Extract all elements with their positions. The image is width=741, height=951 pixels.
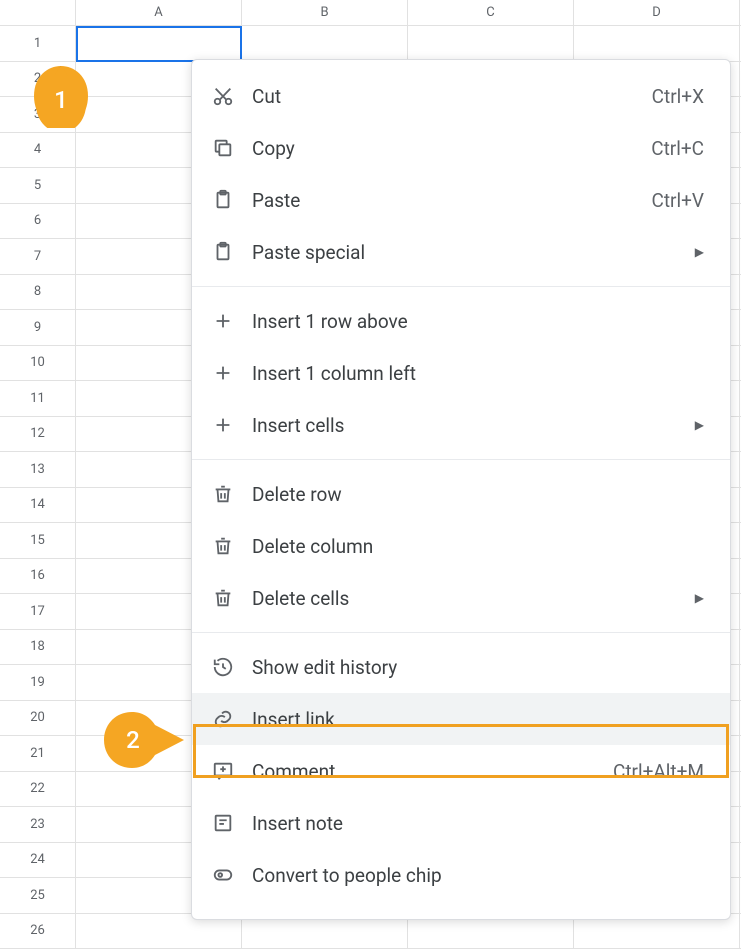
row-header[interactable]: 26 — [0, 914, 76, 949]
row-header[interactable]: 25 — [0, 878, 76, 913]
menu-label: Copy — [252, 137, 651, 160]
row-header[interactable]: 11 — [0, 381, 76, 416]
row-header[interactable]: 17 — [0, 594, 76, 629]
menu-label: Paste special — [252, 241, 685, 264]
chevron-right-icon: ▶ — [695, 245, 704, 259]
menu-label: Convert to people chip — [252, 864, 704, 887]
chevron-right-icon: ▶ — [695, 591, 704, 605]
row-header[interactable]: 20 — [0, 701, 76, 736]
menu-insert-cells[interactable]: Insert cells ▶ — [192, 399, 730, 451]
menu-label: Insert note — [252, 812, 704, 835]
menu-paste[interactable]: Paste Ctrl+V — [192, 174, 730, 226]
callout-label: 2 — [126, 726, 140, 754]
menu-insert-note[interactable]: Insert note — [192, 797, 730, 849]
menu-show-edit-history[interactable]: Show edit history — [192, 641, 730, 693]
row-header[interactable]: 1 — [0, 26, 76, 61]
divider — [192, 632, 730, 633]
menu-label: Comment — [252, 760, 613, 783]
menu-shortcut: Ctrl+V — [651, 189, 704, 212]
select-all-corner[interactable] — [0, 0, 76, 25]
cut-icon — [212, 85, 234, 107]
menu-convert-people-chip[interactable]: Convert to people chip — [192, 849, 730, 901]
menu-cut[interactable]: Cut Ctrl+X — [192, 70, 730, 122]
menu-label: Delete row — [252, 483, 704, 506]
people-chip-icon — [212, 864, 234, 886]
menu-comment[interactable]: Comment Ctrl+Alt+M — [192, 745, 730, 797]
row-header[interactable]: 6 — [0, 204, 76, 239]
paste-icon — [212, 189, 234, 211]
menu-label: Delete column — [252, 535, 704, 558]
row-header[interactable]: 15 — [0, 523, 76, 558]
row-header[interactable]: 8 — [0, 275, 76, 310]
menu-insert-column-left[interactable]: Insert 1 column left — [192, 347, 730, 399]
menu-delete-column[interactable]: Delete column — [192, 520, 730, 572]
menu-copy[interactable]: Copy Ctrl+C — [192, 122, 730, 174]
row-header[interactable]: 24 — [0, 843, 76, 878]
column-header-b[interactable]: B — [242, 0, 408, 25]
plus-icon — [212, 362, 234, 384]
row-header[interactable]: 22 — [0, 772, 76, 807]
menu-delete-row[interactable]: Delete row — [192, 468, 730, 520]
menu-delete-cells[interactable]: Delete cells ▶ — [192, 572, 730, 624]
trash-icon — [212, 535, 234, 557]
cell[interactable] — [574, 26, 740, 61]
row-header[interactable]: 12 — [0, 417, 76, 452]
divider — [192, 459, 730, 460]
row-header[interactable]: 5 — [0, 168, 76, 203]
menu-shortcut: Ctrl+X — [652, 85, 704, 108]
plus-icon — [212, 310, 234, 332]
menu-insert-row-above[interactable]: Insert 1 row above — [192, 295, 730, 347]
row-header[interactable]: 21 — [0, 736, 76, 771]
row: 1 — [0, 26, 741, 62]
note-icon — [212, 812, 234, 834]
trash-icon — [212, 587, 234, 609]
menu-shortcut: Ctrl+Alt+M — [613, 760, 704, 783]
comment-icon — [212, 760, 234, 782]
menu-label: Insert 1 column left — [252, 362, 704, 385]
row-header[interactable]: 16 — [0, 559, 76, 594]
row-header[interactable]: 14 — [0, 488, 76, 523]
history-icon — [212, 656, 234, 678]
column-headers: A B C D — [0, 0, 741, 26]
row-header[interactable]: 4 — [0, 133, 76, 168]
menu-label: Cut — [252, 85, 652, 108]
column-header-d[interactable]: D — [574, 0, 740, 25]
row-header[interactable]: 23 — [0, 807, 76, 842]
copy-icon — [212, 137, 234, 159]
link-icon — [212, 708, 234, 730]
cell[interactable] — [76, 26, 242, 61]
cell[interactable] — [408, 26, 574, 61]
menu-label: Show edit history — [252, 656, 704, 679]
callout-label: 1 — [54, 86, 68, 114]
row-header[interactable]: 10 — [0, 346, 76, 381]
row-header[interactable]: 13 — [0, 452, 76, 487]
context-menu: Cut Ctrl+X Copy Ctrl+C Paste Ctrl+V Past… — [191, 59, 731, 920]
trash-icon — [212, 483, 234, 505]
menu-label: Insert link — [252, 708, 704, 731]
callout-2: 2 — [104, 712, 184, 768]
paste-special-icon — [212, 241, 234, 263]
menu-label: Paste — [252, 189, 651, 212]
row-header[interactable]: 18 — [0, 630, 76, 665]
column-header-a[interactable]: A — [76, 0, 242, 25]
menu-shortcut: Ctrl+C — [651, 137, 704, 160]
cell[interactable] — [242, 26, 408, 61]
chevron-right-icon: ▶ — [695, 418, 704, 432]
menu-label: Insert 1 row above — [252, 310, 704, 333]
callout-1: 1 — [34, 66, 88, 128]
menu-insert-link[interactable]: Insert link — [192, 693, 730, 745]
menu-paste-special[interactable]: Paste special ▶ — [192, 226, 730, 278]
menu-label: Insert cells — [252, 414, 685, 437]
row-header[interactable]: 7 — [0, 239, 76, 274]
menu-label: Delete cells — [252, 587, 685, 610]
plus-icon — [212, 414, 234, 436]
row-header[interactable]: 19 — [0, 665, 76, 700]
column-header-c[interactable]: C — [408, 0, 574, 25]
divider — [192, 286, 730, 287]
row-header[interactable]: 9 — [0, 310, 76, 345]
